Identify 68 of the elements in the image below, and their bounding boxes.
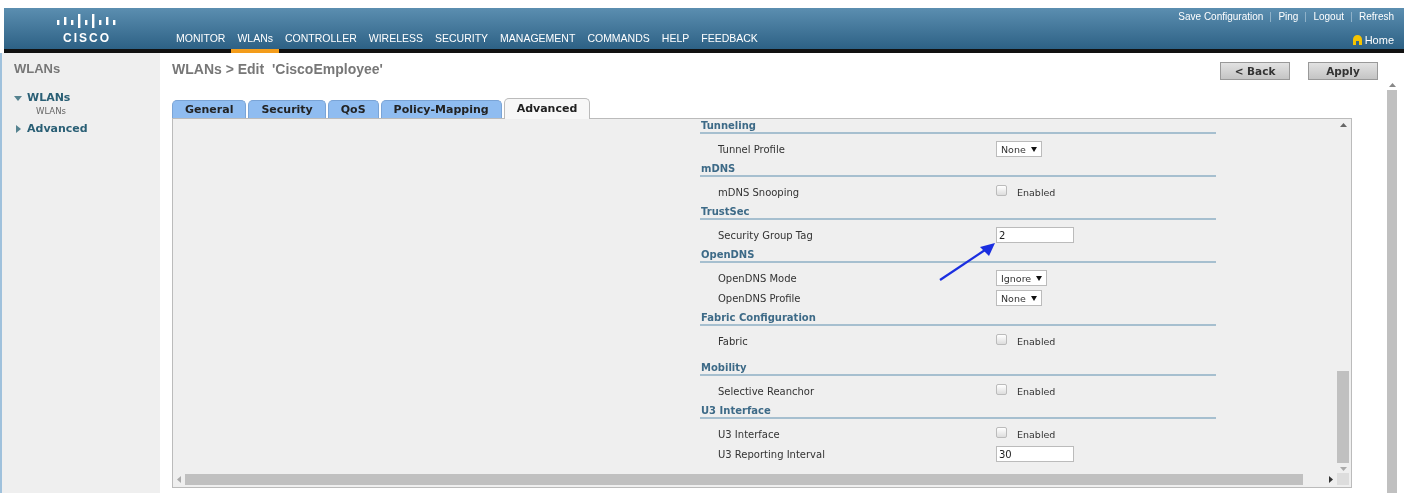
section-heading: Mobility <box>700 361 1216 376</box>
field-label: mDNS Snooping <box>717 186 801 198</box>
checkbox-label: Enabled <box>1017 186 1056 198</box>
scroll-right-icon[interactable] <box>1329 475 1334 483</box>
section-heading: OpenDNS <box>700 248 1216 263</box>
sidebar-title: WLANs <box>14 61 62 76</box>
tab[interactable]: Security <box>248 100 326 118</box>
home-link[interactable]: Home <box>1364 34 1394 46</box>
checkbox[interactable] <box>996 426 1007 438</box>
dropdown[interactable]: None <box>996 290 1042 306</box>
nav-tab[interactable]: FEEDBACK <box>695 32 764 53</box>
dropdown[interactable]: None <box>996 141 1042 157</box>
tab[interactable]: QoS <box>327 100 379 118</box>
logo-text: CISCO <box>63 31 111 45</box>
section-heading: mDNS <box>700 162 1216 177</box>
nav-tab[interactable]: WIRELESS <box>362 32 429 53</box>
field-label: Tunnel Profile <box>717 143 786 155</box>
nav-tab[interactable]: COMMANDS <box>581 32 656 53</box>
section-heading: U3 Interface <box>700 404 1216 419</box>
home-icon <box>1352 35 1362 45</box>
section-heading: TrustSec <box>700 205 1216 220</box>
scroll-left-icon[interactable] <box>177 475 181 483</box>
page-title: WLANs > Edit 'CiscoEmployee' <box>172 61 383 77</box>
nav-tab[interactable]: MANAGEMENT <box>494 32 582 53</box>
dropdown[interactable]: Ignore <box>996 270 1048 286</box>
checkbox[interactable] <box>996 383 1007 395</box>
horizontal-scrollbar[interactable] <box>175 473 1349 485</box>
top-link[interactable]: Ping <box>1278 11 1299 22</box>
sidebar-subitem[interactable]: WLANs <box>36 106 160 116</box>
input-field[interactable]: 30 <box>996 446 1074 462</box>
caret-icon <box>1030 146 1037 152</box>
scroll-down-icon[interactable] <box>1339 467 1347 471</box>
tab[interactable]: General <box>172 100 247 118</box>
annotation-arrow <box>938 240 998 282</box>
caret-icon <box>1030 295 1037 301</box>
top-link[interactable]: Logout <box>1313 11 1344 22</box>
field-label: OpenDNS Mode <box>717 272 798 284</box>
field-label: U3 Reporting Interval <box>717 448 826 460</box>
checkbox[interactable] <box>996 333 1007 345</box>
action-button[interactable]: < Back <box>1220 62 1290 80</box>
nav-tab[interactable]: MONITOR <box>170 32 232 53</box>
sidebar-item[interactable]: Advanced <box>27 122 88 135</box>
tab[interactable]: Advanced <box>503 98 591 119</box>
action-button[interactable]: Apply <box>1308 62 1378 80</box>
field-label: Security Group Tag <box>717 229 814 241</box>
tab[interactable]: Policy-Mapping <box>380 100 502 118</box>
field-label: Fabric <box>717 335 749 347</box>
nav-tab[interactable]: SECURITY <box>429 32 495 53</box>
sidebar-item[interactable]: WLANs <box>27 91 71 104</box>
field-label: OpenDNS Profile <box>717 292 802 304</box>
input-field[interactable]: 2 <box>996 227 1074 243</box>
field-label: Selective Reanchor <box>717 385 816 397</box>
checkbox-label: Enabled <box>1017 335 1056 347</box>
nav-tab[interactable]: CONTROLLER <box>279 32 363 53</box>
nav-tab[interactable]: HELP <box>655 32 696 53</box>
top-link[interactable]: Save Configuration <box>1178 11 1264 22</box>
scroll-up-icon[interactable] <box>1339 123 1347 127</box>
checkbox[interactable] <box>996 184 1007 196</box>
field-label: U3 Interface <box>717 428 781 440</box>
section-heading: Tunneling <box>700 119 1216 134</box>
section-heading: Fabric Configuration <box>700 311 1216 326</box>
logo-bars-icon <box>56 14 118 28</box>
scroll-up-icon[interactable] <box>1388 83 1396 87</box>
scrollbar[interactable] <box>1337 123 1349 471</box>
checkbox-label: Enabled <box>1017 428 1056 440</box>
checkbox-label: Enabled <box>1017 385 1056 397</box>
top-link[interactable]: Refresh <box>1359 11 1394 22</box>
caret-icon <box>1036 275 1043 281</box>
